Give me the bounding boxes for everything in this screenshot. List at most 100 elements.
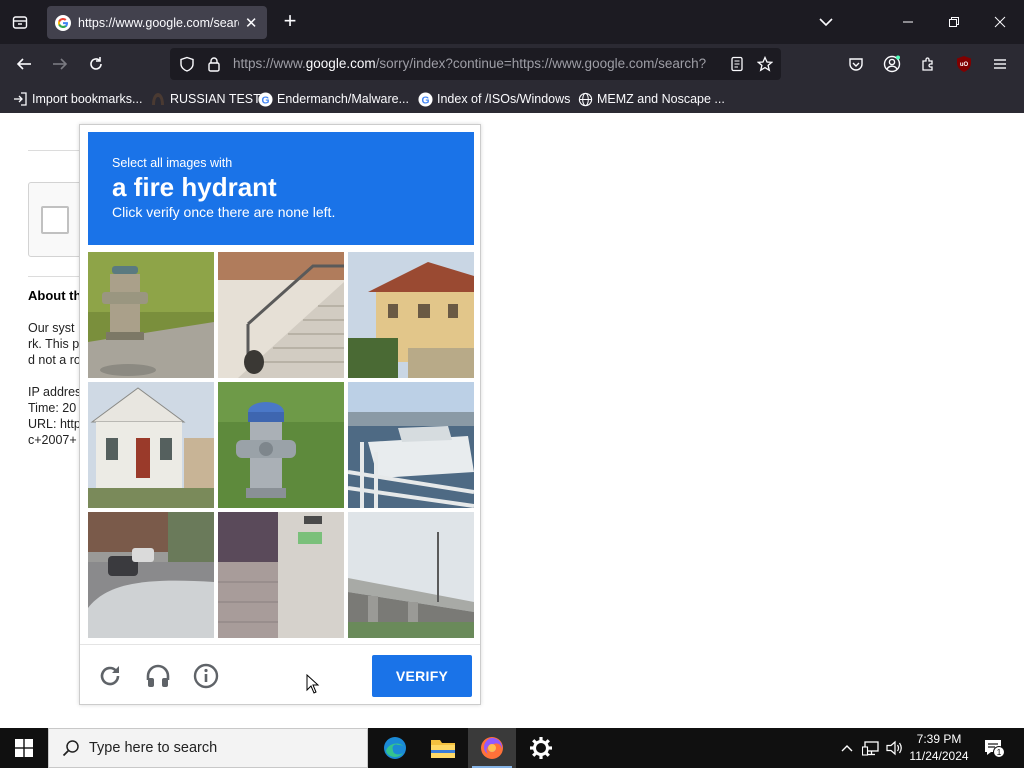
globe-icon xyxy=(577,91,593,107)
windows-taskbar: Type here to search 7:39 PM 11/24/2024 1 xyxy=(0,728,1024,768)
reload-challenge-button[interactable] xyxy=(95,661,125,691)
minimize-button[interactable] xyxy=(888,8,928,36)
instruction-small: Select all images with xyxy=(112,156,233,170)
windows-logo-icon xyxy=(15,739,33,757)
back-button[interactable] xyxy=(10,50,38,78)
list-all-tabs-button[interactable] xyxy=(814,12,838,32)
clock-date: 11/24/2024 xyxy=(909,749,969,763)
forward-button[interactable] xyxy=(46,50,74,78)
network-icon xyxy=(862,741,879,756)
close-window-button[interactable] xyxy=(980,8,1020,36)
google-favicon-icon xyxy=(55,14,71,31)
show-hidden-icons-button[interactable] xyxy=(836,728,858,768)
taskbar-clock[interactable]: 7:39 PM 11/24/2024 xyxy=(900,731,978,765)
bookmark-memz[interactable]: MEMZ and Noscape ... xyxy=(577,91,725,107)
account-button[interactable] xyxy=(878,50,906,78)
taskbar-app-settings[interactable] xyxy=(517,728,565,768)
import-icon xyxy=(12,91,28,107)
svg-text:G: G xyxy=(261,95,269,106)
reload-icon xyxy=(100,666,120,686)
tab-title: https://www.google.com/search? xyxy=(78,15,239,30)
taskbar-app-edge[interactable] xyxy=(371,728,419,768)
navigation-toolbar: https://www.google.com/sorry/index?conti… xyxy=(0,44,1024,84)
new-tab-button[interactable]: + xyxy=(278,10,302,34)
network-button[interactable] xyxy=(860,728,882,768)
page-text-line: URL: http xyxy=(28,417,81,431)
image-tile-street-cars[interactable] xyxy=(88,512,214,638)
help-button[interactable] xyxy=(191,661,221,691)
image-tile-fire-hydrant-grass[interactable] xyxy=(88,252,214,378)
taskbar-app-file-explorer[interactable] xyxy=(419,728,467,768)
pocket-icon xyxy=(849,58,863,71)
active-tab[interactable]: https://www.google.com/search? ✕ xyxy=(47,6,267,39)
page-text-line: c+2007+ xyxy=(28,433,77,447)
extensions-button[interactable] xyxy=(914,50,942,78)
image-tile-yellow-house[interactable] xyxy=(348,252,474,378)
firefox-icon xyxy=(481,737,503,759)
image-tile-building-wall[interactable] xyxy=(218,512,344,638)
mouse-pointer-icon xyxy=(306,674,320,694)
challenge-footer: VERIFY xyxy=(80,644,480,704)
taskbar-app-firefox[interactable] xyxy=(468,728,516,768)
reader-view-icon[interactable] xyxy=(727,54,747,74)
image-tile-blue-fire-hydrant[interactable] xyxy=(218,382,344,508)
challenge-header: Select all images with a fire hydrant Cl… xyxy=(88,132,474,245)
chevron-down-icon xyxy=(819,18,833,27)
page-text-line: Time: 20 xyxy=(28,401,77,415)
search-icon xyxy=(61,738,81,758)
puzzle-piece-icon xyxy=(922,57,933,71)
browser-tab-bar: https://www.google.com/search? ✕ + xyxy=(0,0,1024,44)
restore-button[interactable] xyxy=(934,8,974,36)
audio-challenge-button[interactable] xyxy=(143,661,173,691)
close-icon xyxy=(994,16,1006,28)
info-icon xyxy=(193,663,219,689)
tracking-protection-shield-icon[interactable] xyxy=(177,54,197,74)
hamburger-menu-icon xyxy=(994,59,1006,69)
image-tile-white-house[interactable] xyxy=(88,382,214,508)
forward-arrow-icon xyxy=(53,58,68,70)
bookmark-star-icon[interactable] xyxy=(755,54,775,74)
firefox-view-icon xyxy=(12,16,28,29)
app-menu-button[interactable] xyxy=(986,50,1014,78)
notification-icon: 1 xyxy=(985,740,1005,758)
url-text[interactable]: https://www.google.com/sorry/index?conti… xyxy=(233,56,715,71)
reload-icon xyxy=(90,57,102,70)
google-icon: G xyxy=(257,91,273,107)
svg-text:G: G xyxy=(421,95,429,106)
chevron-up-icon xyxy=(841,745,853,752)
notification-count: 1 xyxy=(997,747,1002,757)
bookmark-import[interactable]: Import bookmarks... xyxy=(12,91,142,107)
image-grid xyxy=(88,252,474,638)
edge-icon xyxy=(384,737,406,759)
close-tab-icon[interactable]: ✕ xyxy=(243,14,259,32)
verify-button[interactable]: VERIFY xyxy=(372,655,472,697)
clock-time: 7:39 PM xyxy=(916,732,962,746)
gear-icon xyxy=(530,737,552,759)
ublock-origin-button[interactable]: uO xyxy=(950,50,978,78)
bookmark-russian-test[interactable]: RUSSIAN TEST xyxy=(150,91,261,107)
site-favicon-icon xyxy=(150,91,166,107)
image-tile-overpass[interactable] xyxy=(348,512,474,638)
address-bar[interactable]: https://www.google.com/sorry/index?conti… xyxy=(170,48,781,80)
google-icon: G xyxy=(417,91,433,107)
account-icon xyxy=(883,55,901,73)
image-tile-boat-marina[interactable] xyxy=(348,382,474,508)
start-button[interactable] xyxy=(0,728,48,768)
page-text-line: Our syst xyxy=(28,321,75,335)
action-center-button[interactable]: 1 xyxy=(980,728,1008,768)
about-heading: About th xyxy=(28,288,82,303)
recaptcha-checkbox[interactable] xyxy=(41,206,69,234)
ublock-shield-icon: uO xyxy=(957,56,971,72)
reload-button[interactable] xyxy=(82,50,110,78)
image-tile-stairs[interactable] xyxy=(218,252,344,378)
lock-icon[interactable] xyxy=(204,54,224,74)
taskbar-search-box[interactable]: Type here to search xyxy=(48,728,368,768)
firefox-view-button[interactable] xyxy=(6,8,34,36)
page-text-line: rk. This p xyxy=(28,337,80,351)
minimize-icon xyxy=(903,21,913,23)
restore-icon xyxy=(949,17,959,27)
pocket-button[interactable] xyxy=(842,50,870,78)
bookmark-endermanch[interactable]: G Endermanch/Malware... xyxy=(257,91,409,107)
bookmark-index-isos[interactable]: G Index of /ISOs/Windows xyxy=(417,91,570,107)
instruction-hint: Click verify once there are none left. xyxy=(112,204,336,220)
